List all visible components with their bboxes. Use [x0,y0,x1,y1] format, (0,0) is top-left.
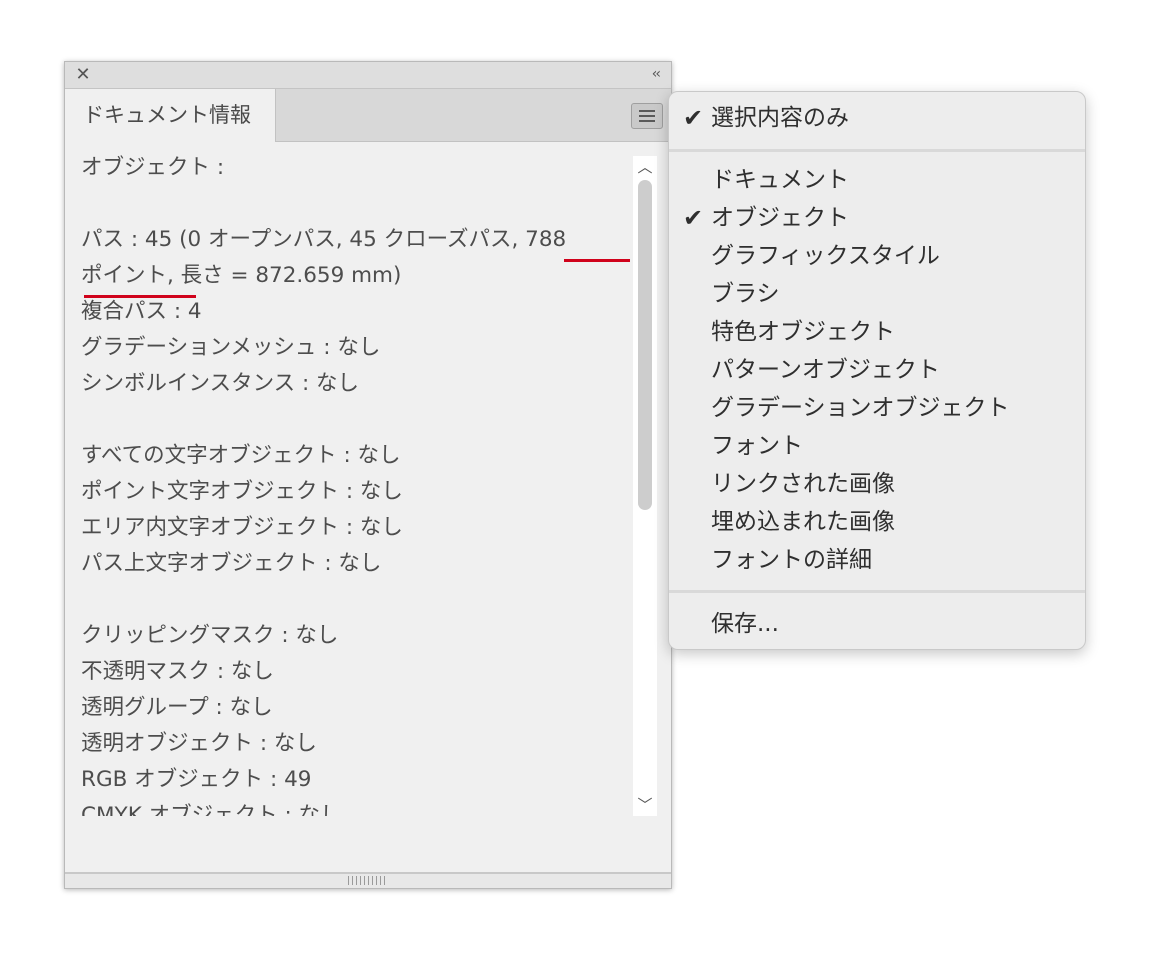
info-line: クリッピングマスク : なし [81,623,339,648]
menu-item-label: リンクされた画像 [711,471,895,497]
menu-separator [669,590,1085,593]
menu-item-label: グラフィックスタイル [711,243,940,269]
highlight-underline [564,259,630,262]
info-line: ポイント, 長さ = 872.659 mm) [81,263,402,288]
info-line: CMYK オブジェクト : なし [81,803,342,816]
scroll-thumb[interactable] [638,180,652,510]
info-line: グラデーションメッシュ : なし [81,335,381,360]
menu-item-object[interactable]: ✔ オブジェクト [669,200,1085,236]
menu-item-label: ドキュメント [711,167,849,193]
hamburger-icon [639,110,655,112]
info-line: 不透明マスク : なし [81,659,274,684]
document-info-panel: ✕ ‹‹ ドキュメント情報 オブジェクト : パス : 45 (0 オープンパス… [64,61,672,889]
info-line-blank [81,582,631,618]
vertical-scrollbar[interactable]: ︿ ﹀ [633,156,657,816]
tab-document-info[interactable]: ドキュメント情報 [65,89,276,142]
menu-item-label: 選択内容のみ [711,105,849,131]
menu-item-graphic-style[interactable]: グラフィックスタイル [669,238,1085,274]
menu-item-label: フォントの詳細 [711,547,872,573]
info-line: パス : 45 (0 オープンパス, 45 クローズパス, 788 [81,227,567,252]
info-line: オブジェクト : [81,155,225,180]
menu-item-label: 特色オブジェクト [711,319,895,345]
menu-item-label: フォント [711,433,803,459]
panel-tabbar: ドキュメント情報 [65,89,671,142]
checkmark-icon: ✔ [682,104,704,132]
panel-menu-button[interactable] [631,103,663,129]
info-line: 複合パス : 4 [81,299,202,324]
menu-item-label: グラデーションオブジェクト [711,395,1010,421]
checkmark-icon: ✔ [682,204,704,232]
info-line: 透明グループ : なし [81,695,273,720]
chevron-up-icon[interactable]: ︿ [633,156,657,178]
menu-item-embedded-images[interactable]: 埋め込まれた画像 [669,504,1085,540]
menu-separator [669,149,1085,152]
menu-item-gradient-object[interactable]: グラデーションオブジェクト [669,390,1085,426]
info-text-area: オブジェクト : パス : 45 (0 オープンパス, 45 クローズパス, 7… [81,142,631,816]
panel-options-menu: ✔ 選択内容のみ ドキュメント ✔ オブジェクト グラフィックスタイル ブラシ … [668,91,1086,650]
menu-item-label: ブラシ [711,281,780,307]
menu-item-pattern-object[interactable]: パターンオブジェクト [669,352,1085,388]
menu-item-label: 保存... [711,611,779,637]
menu-item-save[interactable]: 保存... [669,606,1085,642]
menu-item-linked-images[interactable]: リンクされた画像 [669,466,1085,502]
menu-item-selection-only[interactable]: ✔ 選択内容のみ [669,100,1085,136]
menu-item-brush[interactable]: ブラシ [669,276,1085,312]
menu-item-font-details[interactable]: フォントの詳細 [669,542,1085,578]
info-line: RGB オブジェクト : 49 [81,767,312,792]
info-line: すべての文字オブジェクト : なし [81,443,401,468]
resize-grip[interactable] [348,876,388,885]
chevron-down-icon[interactable]: ﹀ [633,794,657,816]
menu-item-spot-color-object[interactable]: 特色オブジェクト [669,314,1085,350]
panel-bottom-bar [65,872,671,888]
info-line-blank [81,402,631,438]
info-line: パス上文字オブジェクト : なし [81,551,382,576]
info-line: エリア内文字オブジェクト : なし [81,515,403,540]
hamburger-icon [639,120,655,122]
menu-item-label: オブジェクト [711,205,849,231]
highlight-underline [84,295,196,298]
info-line: ポイント文字オブジェクト : なし [81,479,403,504]
menu-item-document[interactable]: ドキュメント [669,162,1085,198]
menu-item-label: パターンオブジェクト [711,357,940,383]
menu-item-label: 埋め込まれた画像 [711,509,895,535]
hamburger-icon [639,115,655,117]
info-line: 透明オブジェクト : なし [81,731,317,756]
info-line-blank [81,186,631,222]
close-icon[interactable]: ✕ [75,66,91,84]
panel-titlebar[interactable]: ✕ ‹‹ [65,62,671,89]
double-chevron-left-icon[interactable]: ‹‹ [652,66,661,82]
info-line: シンボルインスタンス : なし [81,371,360,396]
menu-item-font[interactable]: フォント [669,428,1085,464]
